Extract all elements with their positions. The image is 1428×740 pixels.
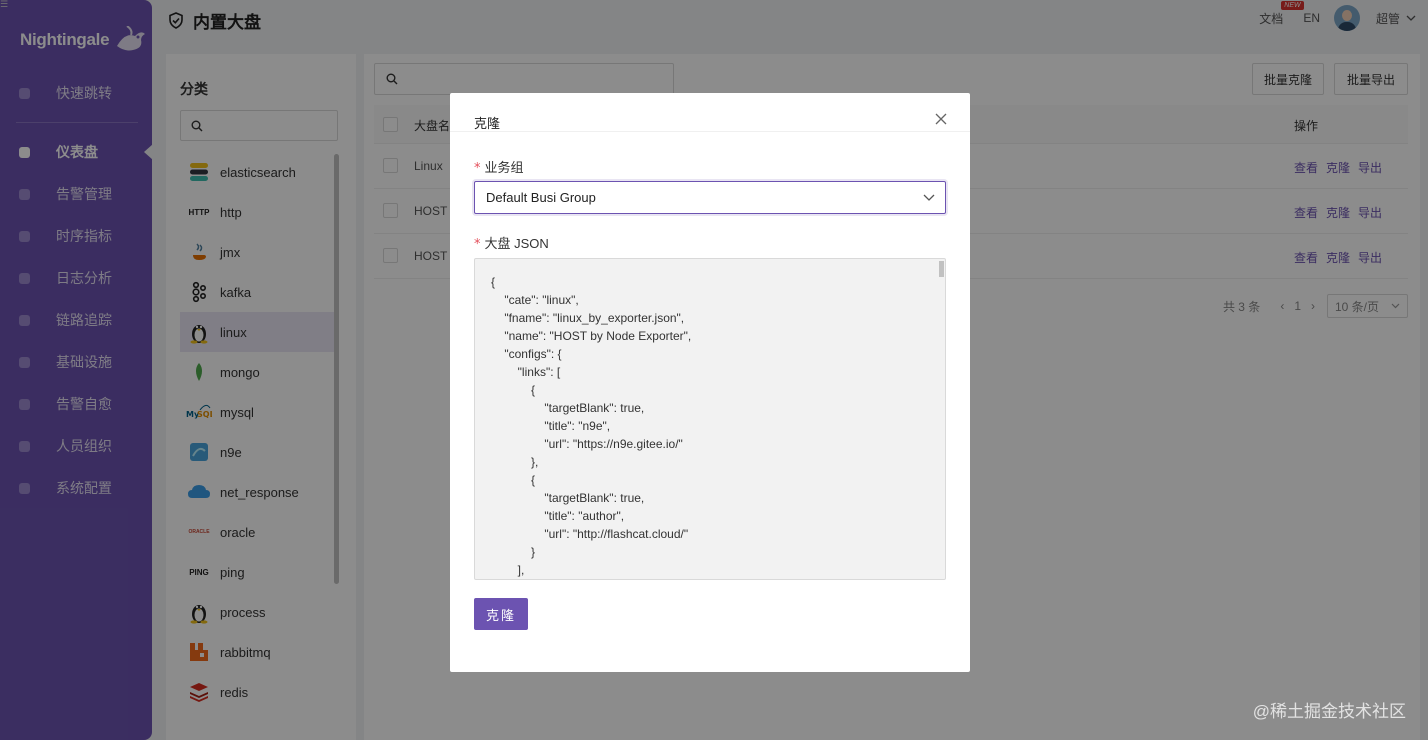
busi-group-value: Default Busi Group bbox=[486, 190, 596, 205]
busi-group-label: * 业务组 bbox=[474, 157, 524, 176]
watermark: @稀土掘金技术社区 bbox=[1252, 702, 1406, 721]
busi-group-select[interactable]: Default Busi Group bbox=[474, 181, 946, 214]
json-line: "title": "author", bbox=[491, 509, 625, 523]
busi-group-label-text: 业务组 bbox=[484, 160, 524, 175]
modal-title: 克隆 bbox=[474, 116, 501, 131]
json-label: * 大盘 JSON bbox=[474, 233, 549, 252]
json-content: { "cate": "linux", "fname": "linux_by_ex… bbox=[475, 273, 691, 579]
json-line: "title": "n9e", bbox=[491, 419, 611, 433]
json-line: "url": "https://n9e.gitee.io/" bbox=[491, 437, 683, 451]
json-line: ], bbox=[491, 563, 525, 577]
json-line: "targetBlank": true, bbox=[491, 401, 645, 415]
required-mark: * bbox=[474, 237, 481, 252]
json-line: "cate": "linux", bbox=[491, 293, 579, 307]
json-line: { bbox=[491, 383, 536, 397]
clone-submit-button[interactable]: 克隆 bbox=[474, 598, 528, 630]
chevron-down-icon bbox=[923, 194, 935, 201]
close-icon[interactable] bbox=[934, 112, 948, 126]
json-line: "targetBlank": true, bbox=[491, 491, 645, 505]
clone-modal: 克隆 * 业务组 Default Busi Group * 大盘 JSON { "c… bbox=[450, 93, 970, 672]
json-line: "links": [ bbox=[491, 365, 561, 379]
json-line: "fname": "linux_by_exporter.json", bbox=[491, 311, 685, 325]
json-scrollbar[interactable] bbox=[939, 261, 944, 277]
json-label-text: 大盘 JSON bbox=[484, 236, 549, 251]
json-line: } bbox=[491, 545, 536, 559]
json-line: { bbox=[491, 473, 536, 487]
json-line: { bbox=[491, 275, 496, 289]
required-mark: * bbox=[474, 161, 481, 176]
json-line: "configs": { bbox=[491, 347, 562, 361]
json-line: "name": "HOST by Node Exporter", bbox=[491, 329, 692, 343]
json-textarea[interactable]: { "cate": "linux", "fname": "linux_by_ex… bbox=[474, 258, 946, 580]
json-line: "url": "http://flashcat.cloud/" bbox=[491, 527, 689, 541]
json-line: }, bbox=[491, 455, 539, 469]
modal-divider bbox=[450, 131, 970, 132]
